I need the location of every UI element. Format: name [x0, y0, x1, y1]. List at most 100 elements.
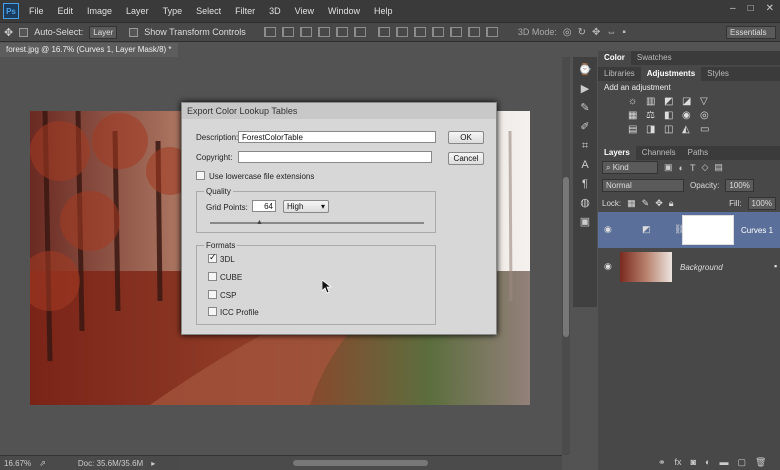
minimize-button[interactable]: – [730, 3, 736, 14]
menu-item-view[interactable]: View [288, 6, 321, 16]
grid-points-input[interactable]: 64 [252, 200, 276, 212]
hue-saturation-icon[interactable]: ▦ [628, 110, 644, 121]
lock-position-icon[interactable]: ✥ [655, 198, 663, 209]
tab-paths[interactable]: Paths [682, 146, 714, 160]
distribute-left-icon[interactable] [431, 27, 444, 37]
distribute-right-icon[interactable] [467, 27, 480, 37]
blend-mode-dropdown[interactable]: Normal [602, 179, 684, 192]
character-icon[interactable]: A [578, 158, 592, 172]
lowercase-checkbox[interactable] [196, 171, 205, 180]
menu-item-window[interactable]: Window [321, 6, 367, 16]
document-tab[interactable]: forest.jpg @ 16.7% (Curves 1, Layer Mask… [0, 43, 178, 68]
3d-scale-icon[interactable]: ▪ [622, 27, 626, 38]
trash-icon[interactable]: 🗑︎ [755, 457, 766, 468]
workspace-dropdown[interactable]: Essentials [726, 25, 776, 39]
tab-styles[interactable]: Styles [701, 67, 735, 81]
menu-item-help[interactable]: Help [367, 6, 400, 16]
distribute-bottom-icon[interactable] [413, 27, 426, 37]
menu-item-select[interactable]: Select [189, 6, 228, 16]
visibility-eye-icon[interactable]: ◉ [604, 261, 612, 272]
curves-icon[interactable]: ◩ [664, 96, 680, 107]
tab-libraries[interactable]: Libraries [598, 67, 641, 81]
layer-name[interactable]: Background [680, 263, 723, 272]
menu-item-type[interactable]: Type [156, 6, 190, 16]
layer-mask-thumbnail[interactable] [682, 215, 734, 245]
maximize-button[interactable]: □ [748, 3, 754, 14]
brush-presets-icon[interactable]: ✐ [578, 120, 592, 134]
align-bottom-icon[interactable] [299, 27, 312, 37]
tab-layers[interactable]: Layers [598, 146, 636, 160]
brush-panel-icon[interactable]: ✎ [578, 101, 592, 115]
align-right-icon[interactable] [353, 27, 366, 37]
menu-item-file[interactable]: File [22, 6, 51, 16]
lock-pixels-icon[interactable]: ✎ [642, 198, 650, 209]
layer-name[interactable]: Curves 1 [741, 226, 773, 235]
align-center-icon[interactable] [335, 27, 348, 37]
copyright-input[interactable] [238, 151, 432, 163]
tab-swatches[interactable]: Swatches [631, 51, 678, 65]
cancel-button[interactable]: Cancel [448, 152, 484, 165]
levels-icon[interactable]: ▥ [646, 96, 662, 107]
auto-select-dropdown[interactable]: Layer [89, 25, 118, 39]
opacity-input[interactable]: 100% [725, 179, 754, 192]
lock-all-icon[interactable]: 🔒︎ [669, 198, 674, 209]
invert-icon[interactable]: ◨ [646, 124, 662, 135]
filter-type-icon[interactable]: T [690, 163, 696, 173]
mask-icon[interactable]: ◙ [691, 457, 696, 468]
adjustment-icon[interactable]: ◐ [705, 457, 710, 468]
vibrance-icon[interactable]: ▽ [700, 96, 716, 107]
exposure-icon[interactable]: ◪ [682, 96, 698, 107]
history-icon[interactable]: ⌚ [578, 63, 592, 77]
status-menu-arrow-icon[interactable]: ▸ [151, 459, 155, 468]
3d-slide-icon[interactable]: ⇔ [606, 27, 616, 38]
actions-icon[interactable]: ▶ [578, 82, 592, 96]
slider-thumb[interactable]: ▲ [256, 219, 263, 226]
format-icc-checkbox[interactable] [208, 307, 217, 316]
menu-item-layer[interactable]: Layer [119, 6, 156, 16]
show-transform-checkbox[interactable] [129, 27, 139, 37]
color-lookup-icon[interactable]: ▤ [628, 124, 644, 135]
filter-adjust-icon[interactable]: ◐ [679, 163, 684, 173]
info-icon[interactable]: ▣ [578, 215, 592, 229]
filter-smart-icon[interactable]: ▤ [714, 162, 723, 173]
auto-align-icon[interactable] [485, 27, 498, 37]
threshold-icon[interactable]: ◭ [682, 124, 698, 135]
tab-color[interactable]: Color [598, 51, 631, 65]
format-csp-checkbox[interactable] [208, 290, 217, 299]
link-icon[interactable]: ⚭ [658, 457, 666, 468]
distribute-center-icon[interactable] [449, 27, 462, 37]
align-left-icon[interactable] [317, 27, 330, 37]
tab-channels[interactable]: Channels [636, 146, 682, 160]
zoom-level[interactable]: 16.67% [4, 459, 31, 468]
menu-item-filter[interactable]: Filter [228, 6, 262, 16]
distribute-middle-icon[interactable] [395, 27, 408, 37]
color-balance-icon[interactable]: ⚖ [646, 110, 662, 121]
clone-source-icon[interactable]: ⌗ [578, 139, 592, 153]
menu-item-3d[interactable]: 3D [262, 6, 288, 16]
filter-pixel-icon[interactable]: ▣ [664, 162, 673, 173]
grid-points-slider[interactable]: ▲ [210, 219, 424, 226]
filter-shape-icon[interactable]: ◇ [701, 162, 708, 173]
properties-icon[interactable]: ◍ [578, 196, 592, 210]
layer-filter-dropdown[interactable]: ⌕ Kind [602, 161, 658, 174]
fx-icon[interactable]: fx [675, 457, 682, 468]
auto-select-checkbox[interactable] [19, 27, 29, 37]
black-white-icon[interactable]: ◧ [664, 110, 680, 121]
paragraph-icon[interactable]: ¶ [578, 177, 592, 191]
photo-filter-icon[interactable]: ◉ [682, 110, 698, 121]
posterize-icon[interactable]: ◫ [664, 124, 680, 135]
channel-mixer-icon[interactable]: ◎ [700, 110, 716, 121]
tab-adjustments[interactable]: Adjustments [640, 67, 702, 81]
export-icon[interactable]: ⇗ [39, 459, 46, 468]
format-cube-checkbox[interactable] [208, 272, 217, 281]
3d-roll-icon[interactable]: ↻ [578, 27, 586, 38]
align-middle-icon[interactable] [281, 27, 294, 37]
menu-item-image[interactable]: Image [80, 6, 119, 16]
folder-icon[interactable]: ▬ [719, 457, 728, 468]
vertical-scrollbar[interactable] [562, 57, 570, 455]
description-input[interactable]: ForestColorTable [238, 131, 436, 143]
3d-orbit-icon[interactable]: ◎ [563, 27, 572, 38]
menu-item-edit[interactable]: Edit [51, 6, 81, 16]
3d-pan-icon[interactable]: ✥ [592, 27, 600, 38]
layer-row-background[interactable]: ◉ Background ▪ [598, 249, 780, 285]
